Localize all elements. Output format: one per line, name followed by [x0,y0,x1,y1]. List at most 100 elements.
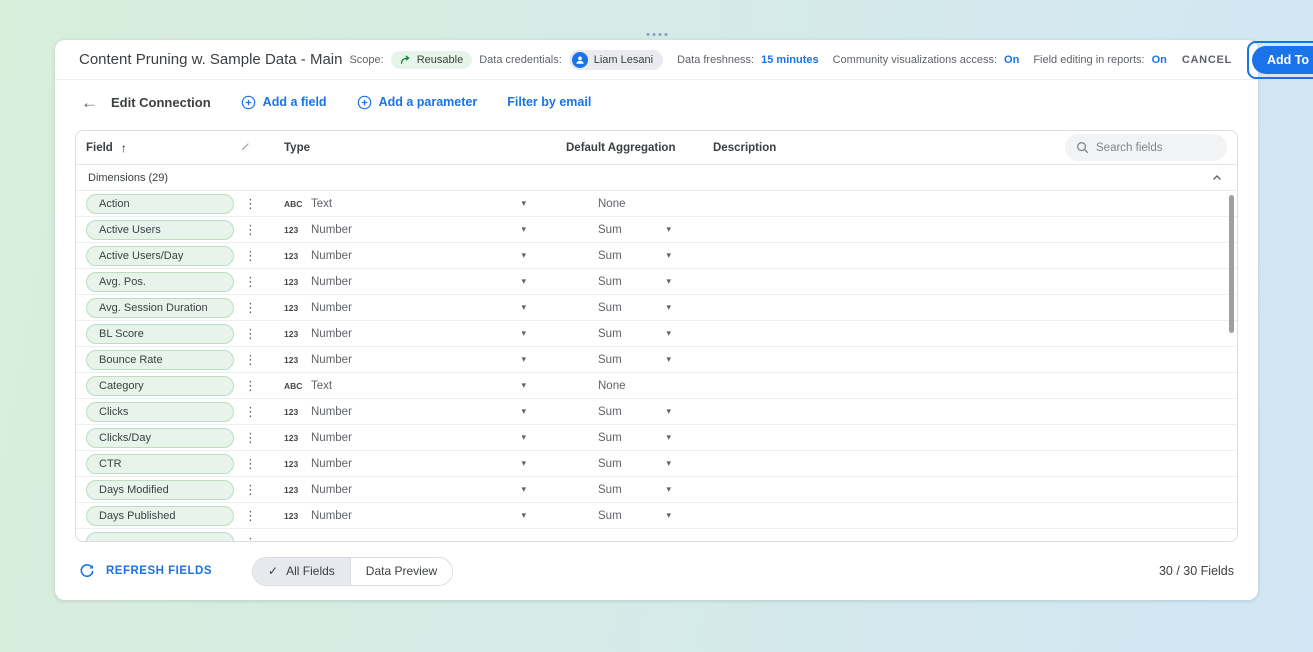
community-access-value[interactable]: On [1004,54,1019,66]
aggregation-value: Sum [598,406,622,418]
add-parameter-button[interactable]: Add a parameter [357,95,478,110]
aggregation-select[interactable]: Sum ▾ [566,425,713,450]
field-name-pill[interactable]: Active Users [86,220,234,240]
field-options-menu-icon[interactable]: ⋮ [242,405,259,418]
field-name-pill[interactable]: Clicks [86,402,234,422]
drag-handle[interactable] [644,31,669,38]
field-name-pill[interactable]: BL Score [86,324,234,344]
table-row: CTR ⋮ 123 Number ▾ Sum ▾ [76,451,1237,477]
scope-label: Scope: [349,54,383,66]
aggregation-select[interactable]: Sum ▾ [566,243,713,268]
field-options-menu-icon[interactable]: ⋮ [242,353,259,366]
scope-group: Scope: Reusable [349,51,472,69]
aggregation-select[interactable]: Sum ▾ [566,295,713,320]
table-row: Action ⋮ ABC Text ▾ None ▾ [76,191,1237,217]
aggregation-select[interactable]: Sum ▾ [566,269,713,294]
field-name-pill[interactable]: Clicks/Day [86,428,234,448]
cancel-button[interactable]: CANCEL [1174,54,1240,66]
aggregation-select[interactable]: Sum ▾ [566,399,713,424]
aggregation-select[interactable]: None ▾ [566,373,713,398]
type-select[interactable]: 123 Number ▾ [284,217,566,242]
column-resize-handle-icon[interactable] [241,142,250,154]
fields-count: 30 / 30 Fields [1159,564,1234,578]
field-editing-value[interactable]: On [1152,54,1167,66]
description-column-header: Description [713,142,1047,154]
aggregation-dropdown-caret-icon: ▾ [666,277,671,286]
aggregation-select[interactable]: Sum ▾ [566,477,713,502]
field-name-pill[interactable]: Action [86,194,234,214]
freshness-value[interactable]: 15 minutes [761,54,818,66]
data-preview-label: Data Preview [366,564,437,578]
field-name-pill[interactable]: Bounce Rate [86,350,234,370]
field-options-menu-icon[interactable]: ⋮ [242,249,259,262]
field-options-menu-icon[interactable]: ⋮ [242,223,259,236]
type-label: Text [311,380,332,392]
check-icon: ✓ [268,564,278,578]
type-select[interactable]: 123 Number ▾ [284,503,566,528]
all-fields-tab[interactable]: ✓ All Fields [253,558,350,585]
field-options-menu-icon[interactable]: ⋮ [242,483,259,496]
field-name-pill[interactable]: Avg. Session Duration [86,298,234,318]
type-select[interactable]: 123 Number ▾ [284,425,566,450]
type-icon: 123 [284,225,311,235]
aggregation-select[interactable]: Sum ▾ [566,451,713,476]
field-name-pill[interactable]: Avg. Pos. [86,272,234,292]
search-input[interactable] [1096,142,1216,154]
aggregation-select[interactable]: Sum ▾ [566,321,713,346]
type-column-header: Type [284,142,566,154]
aggregation-select[interactable]: Sum ▾ [566,503,713,528]
field-cell: Avg. Pos. ⋮ [86,272,284,292]
field-options-menu-icon[interactable]: ⋮ [242,275,259,288]
field-name: Clicks/Day [99,432,151,444]
field-column-header[interactable]: Field ↑ [86,141,284,155]
scope-badge[interactable]: Reusable [391,51,472,69]
type-select[interactable]: 123 Number ▾ [284,399,566,424]
back-arrow-icon[interactable]: ← [81,94,98,111]
filter-by-email-button[interactable]: Filter by email [507,95,591,109]
type-select[interactable]: 123 Number ▾ [284,321,566,346]
aggregation-value: Sum [598,432,622,444]
add-to-report-button[interactable]: Add To Report [1252,46,1313,74]
field-name-pill[interactable]: CTR [86,454,234,474]
field-cell: Clicks/Day ⋮ [86,428,284,448]
field-options-menu-icon[interactable]: ⋮ [242,379,259,392]
aggregation-select[interactable]: ▾ [566,529,713,542]
type-dropdown-caret-icon: ▾ [521,407,526,416]
field-name-pill[interactable]: Active Users/Day [86,246,234,266]
field-options-menu-icon[interactable]: ⋮ [242,509,259,522]
field-options-menu-icon[interactable]: ⋮ [242,431,259,444]
aggregation-value: Sum [598,458,622,470]
field-name-pill[interactable] [86,532,234,542]
type-select[interactable]: 123 Number ▾ [284,295,566,320]
type-select[interactable]: ABC Text ▾ [284,373,566,398]
type-select[interactable]: ▾ [284,529,566,542]
field-options-menu-icon[interactable]: ⋮ [242,197,259,210]
add-field-button[interactable]: Add a field [241,95,327,110]
aggregation-select[interactable]: Sum ▾ [566,217,713,242]
aggregation-dropdown-caret-icon: ▾ [666,459,671,468]
field-name-pill[interactable]: Days Published [86,506,234,526]
field-options-menu-icon[interactable]: ⋮ [242,301,259,314]
type-select[interactable]: 123 Number ▾ [284,269,566,294]
vertical-scrollbar-thumb[interactable] [1229,195,1234,333]
aggregation-select[interactable]: None ▾ [566,191,713,216]
type-select[interactable]: 123 Number ▾ [284,347,566,372]
field-options-menu-icon[interactable]: ⋮ [242,536,259,543]
field-options-menu-icon[interactable]: ⋮ [242,327,259,340]
field-name-pill[interactable]: Category [86,376,234,396]
collapse-chevron-icon[interactable] [1209,170,1225,186]
field-name: CTR [99,458,122,470]
field-name-pill[interactable]: Days Modified [86,480,234,500]
type-select[interactable]: 123 Number ▾ [284,477,566,502]
field-options-menu-icon[interactable]: ⋮ [242,457,259,470]
type-select[interactable]: 123 Number ▾ [284,451,566,476]
refresh-fields-button[interactable]: REFRESH FIELDS [79,563,212,579]
data-preview-tab[interactable]: Data Preview [350,558,452,585]
aggregation-select[interactable]: Sum ▾ [566,347,713,372]
aggregation-dropdown-caret-icon: ▾ [666,511,671,520]
field-name: Category [99,380,144,392]
type-select[interactable]: 123 Number ▾ [284,243,566,268]
edit-connection-button[interactable]: Edit Connection [111,95,211,110]
type-select[interactable]: ABC Text ▾ [284,191,566,216]
credentials-badge[interactable]: Liam Lesani [569,50,663,70]
